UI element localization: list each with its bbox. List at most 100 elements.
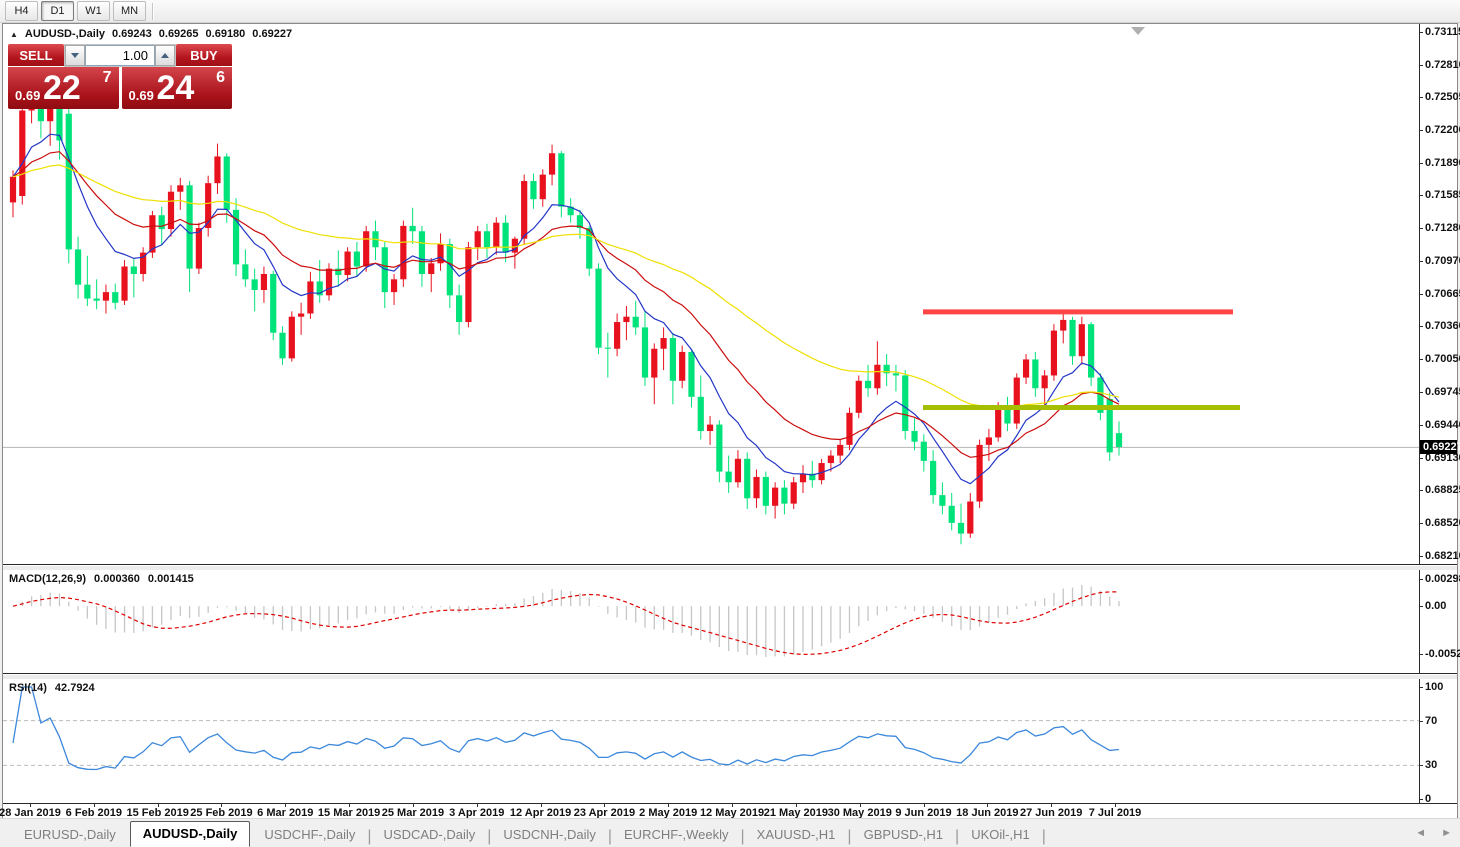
candle-body: [1078, 324, 1085, 357]
macd-value-main: 0.000360: [94, 573, 140, 585]
sell-button[interactable]: SELL: [8, 44, 64, 67]
candle-body: [744, 458, 751, 499]
timeframe-button-d1[interactable]: D1: [41, 1, 74, 21]
rsi-axis[interactable]: 100 70 30 0: [1419, 679, 1457, 805]
timeframe-button-h4[interactable]: H4: [5, 1, 38, 21]
rsi-canvas: [3, 686, 1420, 771]
price-tick-label: 0.70050: [1425, 353, 1460, 366]
tab-gbpusd-h1[interactable]: GBPUSD-,H1: [852, 827, 955, 847]
price-axis-tick: [1420, 64, 1423, 66]
candle-body: [1088, 324, 1095, 378]
tab-audusd-daily[interactable]: AUDUSD-,Daily: [129, 821, 251, 847]
toolbar-separator: [152, 2, 153, 20]
tab-ukoil-h1[interactable]: UKOil-,H1: [959, 827, 1042, 847]
volume-input[interactable]: [85, 45, 155, 66]
main-chart-plot[interactable]: ▲ AUDUSD-,Daily 0.69243 0.69265 0.69180 …: [3, 24, 1420, 564]
candle-body: [214, 156, 221, 184]
volume-increase-button[interactable]: [155, 45, 175, 66]
candle-body: [781, 487, 788, 504]
macd-tick-label: 0.00: [1425, 600, 1447, 613]
rsi-value: 42.7924: [54, 682, 95, 694]
timeframe-toolbar: H4 D1 W1 MN: [0, 0, 1460, 23]
price-tick-label: 0.72200: [1425, 123, 1460, 136]
buy-price-prefix: 0.69: [128, 88, 154, 103]
buy-price-panel[interactable]: 0.69 24 6: [121, 67, 232, 109]
candle-body: [428, 263, 435, 274]
timeframe-button-mn[interactable]: MN: [113, 1, 146, 21]
candle-body: [837, 444, 844, 456]
sell-price-digits: 22: [43, 69, 81, 107]
candle-body: [483, 231, 491, 248]
candle-body: [1022, 359, 1030, 378]
candle-body: [679, 351, 686, 381]
rsi-tick-label: 30: [1425, 759, 1438, 772]
sell-price-panel[interactable]: 0.69 22 7: [8, 67, 119, 109]
macd-axis-tick: [1420, 579, 1423, 580]
rsi-line: [12, 686, 1120, 771]
candle-body: [186, 185, 193, 269]
ma-slow-line: [12, 164, 1120, 409]
candle-body: [539, 174, 546, 200]
candle-body: [344, 251, 351, 276]
candle-body: [939, 495, 946, 506]
tab-eurchf-weekly[interactable]: EURCHF-,Weekly: [612, 827, 741, 847]
rsi-axis-tick: [1420, 765, 1423, 767]
main-price-pane: ▲ AUDUSD-,Daily 0.69243 0.69265 0.69180 …: [3, 24, 1460, 565]
price-tick-label: 0.71890: [1425, 156, 1460, 169]
candle-body: [688, 351, 695, 397]
tab-scroll-left-icon[interactable]: ◄: [1415, 827, 1426, 839]
quote-low: 0.69180: [205, 28, 246, 40]
candle-body: [846, 412, 853, 445]
macd-plot[interactable]: MACD(12,26,9) 0.000360 0.001415: [3, 570, 1420, 673]
tab-scroll-right-icon[interactable]: ►: [1441, 827, 1452, 839]
sell-price-pip: 7: [102, 69, 112, 86]
macd-label: MACD(12,26,9) 0.000360 0.001415: [9, 573, 194, 585]
price-axis-tick: [1420, 195, 1423, 197]
candle-body: [660, 338, 667, 349]
candle-body: [19, 110, 26, 196]
candle-body: [409, 225, 416, 232]
candle-body: [288, 316, 295, 359]
candle-body: [725, 471, 732, 483]
rsi-plot[interactable]: RSI(14) 42.7924: [3, 679, 1420, 803]
candle-body: [93, 298, 100, 301]
tab-usdcad-daily[interactable]: USDCAD-,Daily: [372, 827, 488, 847]
chevron-up-icon: [161, 53, 169, 58]
rsi-pane: RSI(14) 42.7924 100 70 30 0: [3, 679, 1457, 805]
candle-body: [930, 460, 937, 496]
tab-eurusd-daily[interactable]: EURUSD-,Daily: [12, 827, 128, 847]
candle-body: [920, 441, 927, 461]
price-axis-tick: [1420, 261, 1423, 263]
candle-body: [353, 251, 360, 267]
candle-body: [706, 424, 714, 432]
macd-axis[interactable]: 0.002984 0.00 -0.00525: [1419, 570, 1460, 673]
timeframe-buttons: H4 D1 W1 MN: [5, 1, 146, 21]
price-axis[interactable]: 0.73115 0.72810 0.72505 0.72200 0.71890 0.715…: [1419, 24, 1460, 564]
macd-axis-tick: [1420, 654, 1423, 655]
price-tick-label: 0.68520: [1425, 516, 1460, 529]
price-axis-tick: [1420, 228, 1423, 230]
macd-name: MACD(12,26,9): [9, 573, 87, 585]
candle-body: [623, 316, 630, 323]
tab-xauusd-h1[interactable]: XAUUSD-,H1: [745, 827, 848, 847]
candle-body: [632, 316, 639, 328]
candle-body: [1115, 433, 1123, 448]
timeframe-button-w1[interactable]: W1: [77, 1, 110, 21]
candle-body: [502, 222, 509, 253]
price-axis-tick: [1420, 522, 1423, 524]
price-tick-label: 0.68825: [1425, 484, 1460, 497]
chart-symbol-period: AUDUSD-,Daily: [24, 28, 105, 40]
price-axis-tick: [1420, 129, 1423, 131]
buy-button[interactable]: BUY: [176, 44, 232, 67]
collapse-panel-icon[interactable]: ▲: [10, 30, 18, 39]
candle-body: [521, 181, 528, 239]
candle-body: [874, 364, 881, 389]
volume-decrease-button[interactable]: [65, 45, 85, 66]
candle-body: [762, 476, 769, 506]
price-axis-tick: [1420, 457, 1423, 459]
price-axis-tick: [1420, 97, 1423, 99]
candle-body: [772, 487, 779, 506]
tab-usdchf-daily[interactable]: USDCHF-,Daily: [252, 827, 367, 847]
tab-usdcnh-daily[interactable]: USDCNH-,Daily: [491, 827, 607, 847]
candle-body: [530, 181, 537, 200]
